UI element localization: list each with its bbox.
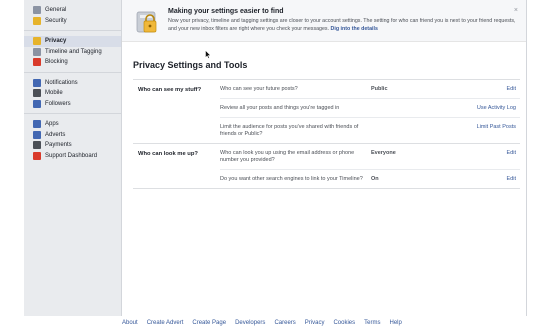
followers-icon bbox=[33, 99, 41, 108]
banner-text: Now your privacy, timeline and tagging s… bbox=[168, 18, 520, 33]
sidebar-group: Notifications Mobile Followers bbox=[24, 71, 121, 110]
settings-moved-banner: Making your settings easier to find Now … bbox=[122, 0, 526, 42]
setting-row: Who can look you up using the email addr… bbox=[220, 144, 520, 169]
setting-question: Review all your posts and things you're … bbox=[220, 105, 340, 111]
section-heading: Who can see my stuff? bbox=[138, 87, 202, 93]
sidebar-item-label: Blocking bbox=[45, 59, 68, 66]
sidebar-group: Apps Adverts Payments Support Dashboard bbox=[24, 113, 121, 161]
sidebar-item-notifications[interactable]: Notifications bbox=[24, 78, 121, 89]
sidebar-group: General Security bbox=[24, 0, 121, 26]
setting-row: Review all your posts and things you're … bbox=[220, 98, 520, 117]
section-rows: Who can see your future posts? Public Edit… bbox=[220, 80, 520, 143]
section-heading: Who can look me up? bbox=[138, 151, 198, 157]
footer-link-careers[interactable]: Careers bbox=[274, 320, 295, 326]
sidebar-item-label: Privacy bbox=[45, 38, 67, 45]
sidebar-item-apps[interactable]: Apps bbox=[24, 119, 121, 130]
sidebar-item-label: Followers bbox=[45, 100, 71, 107]
edit-link[interactable]: Edit bbox=[507, 176, 516, 182]
close-icon[interactable]: × bbox=[514, 7, 518, 14]
footer-links: About Create Advert Create Page Developers C… bbox=[122, 320, 402, 326]
sidebar-item-payments[interactable]: Payments bbox=[24, 140, 121, 151]
mobile-icon bbox=[33, 89, 41, 98]
support-icon bbox=[33, 151, 41, 160]
footer-link-privacy[interactable]: Privacy bbox=[305, 320, 325, 326]
sidebar-item-followers[interactable]: Followers bbox=[24, 99, 121, 110]
limit-past-posts-link[interactable]: Limit Past Posts bbox=[477, 124, 516, 130]
sidebar-item-label: Mobile bbox=[45, 90, 63, 97]
footer-link-developers[interactable]: Developers bbox=[235, 320, 265, 326]
setting-question: Who can look you up using the email addr… bbox=[220, 150, 355, 163]
sidebar-item-label: Notifications bbox=[45, 79, 78, 86]
setting-row: Limit the audience for posts you've shar… bbox=[220, 117, 520, 143]
globe-icon bbox=[33, 78, 41, 87]
sidebar-item-general[interactable]: General bbox=[24, 5, 121, 16]
sidebar-item-support-dashboard[interactable]: Support Dashboard bbox=[24, 151, 121, 162]
privacy-settings-table: Who can see my stuff? Who can see your fu… bbox=[133, 79, 520, 189]
setting-row: Do you want other search engines to link… bbox=[220, 169, 520, 188]
lock-icon bbox=[33, 37, 41, 46]
adverts-icon bbox=[33, 130, 41, 139]
left-gutter bbox=[0, 0, 24, 329]
footer-link-create-advert[interactable]: Create Advert bbox=[147, 320, 184, 326]
footer-link-about[interactable]: About bbox=[122, 320, 138, 326]
block-icon bbox=[33, 58, 41, 67]
edit-link[interactable]: Edit bbox=[507, 86, 516, 92]
sidebar-item-label: Security bbox=[45, 17, 67, 24]
timeline-icon bbox=[33, 47, 41, 56]
setting-question: Who can see your future posts? bbox=[220, 86, 298, 92]
use-activity-log-link[interactable]: Use Activity Log bbox=[477, 105, 516, 111]
footer-link-create-page[interactable]: Create Page bbox=[192, 320, 226, 326]
setting-value: Everyone bbox=[371, 150, 396, 156]
payments-icon bbox=[33, 141, 41, 150]
shield-icon bbox=[33, 16, 41, 25]
setting-question: Do you want other search engines to link… bbox=[220, 176, 363, 182]
sidebar-item-label: Timeline and Tagging bbox=[45, 48, 102, 55]
mouse-cursor-icon bbox=[205, 50, 211, 59]
settings-section: Who can look me up? Who can look you up u… bbox=[133, 144, 520, 189]
page-title: Privacy Settings and Tools bbox=[133, 60, 248, 70]
footer-link-help[interactable]: Help bbox=[389, 320, 401, 326]
gear-icon bbox=[33, 6, 41, 15]
section-rows: Who can look you up using the email addr… bbox=[220, 144, 520, 188]
apps-icon bbox=[33, 120, 41, 129]
footer-link-terms[interactable]: Terms bbox=[364, 320, 380, 326]
banner-title: Making your settings easier to find bbox=[168, 8, 284, 15]
sidebar-group: Privacy Timeline and Tagging Blocking bbox=[24, 30, 121, 68]
padlock-icon bbox=[136, 11, 157, 33]
sidebar-item-mobile[interactable]: Mobile bbox=[24, 88, 121, 99]
sidebar-item-security[interactable]: Security bbox=[24, 16, 121, 27]
settings-section: Who can see my stuff? Who can see your fu… bbox=[133, 80, 520, 144]
sidebar-item-label: Support Dashboard bbox=[45, 152, 98, 159]
footer-link-cookies[interactable]: Cookies bbox=[333, 320, 355, 326]
sidebar-item-adverts[interactable]: Adverts bbox=[24, 130, 121, 141]
setting-value: On bbox=[371, 176, 379, 182]
sidebar-item-label: Adverts bbox=[45, 131, 66, 138]
setting-row: Who can see your future posts? Public Edit bbox=[220, 80, 520, 98]
setting-question: Limit the audience for posts you've shar… bbox=[220, 124, 359, 137]
main-content: Making your settings easier to find Now … bbox=[122, 0, 527, 316]
sidebar-item-label: Apps bbox=[45, 121, 59, 128]
edit-link[interactable]: Edit bbox=[507, 150, 516, 156]
sidebar-item-blocking[interactable]: Blocking bbox=[24, 57, 121, 68]
sidebar-item-label: Payments bbox=[45, 142, 72, 149]
sidebar-item-timeline-and-tagging[interactable]: Timeline and Tagging bbox=[24, 47, 121, 58]
settings-sidebar: General Security Privacy Timeline and Taggi… bbox=[24, 0, 122, 316]
setting-value: Public bbox=[371, 86, 388, 92]
sidebar-item-label: General bbox=[45, 7, 67, 14]
sidebar-item-privacy[interactable]: Privacy bbox=[24, 36, 121, 47]
dig-into-details-link[interactable]: Dig into the details bbox=[331, 26, 378, 32]
